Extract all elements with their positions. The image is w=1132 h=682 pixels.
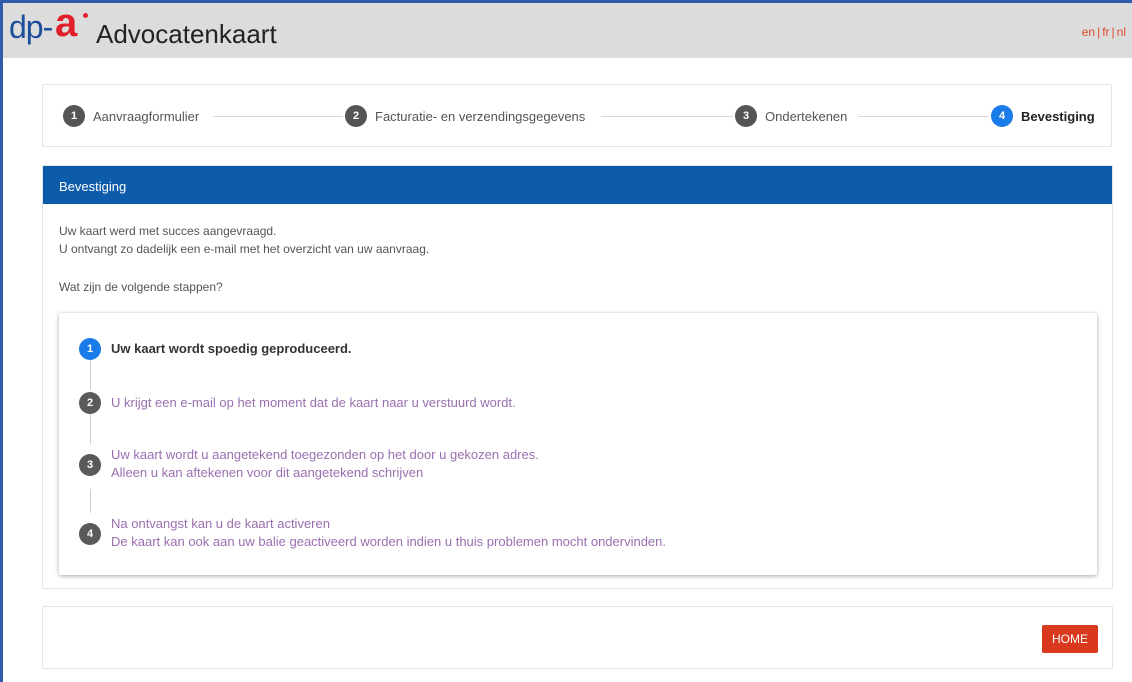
confirmation-panel: Bevestiging Uw kaart werd met succes aan… xyxy=(42,165,1113,589)
stepper-connector xyxy=(213,116,343,117)
language-separator: | xyxy=(1097,25,1101,39)
step-label: Facturatie- en verzendingsgegevens xyxy=(375,108,586,124)
next-step-line: De kaart kan ook aan uw balie geactiveer… xyxy=(111,534,667,549)
step-label: Ondertekenen xyxy=(765,108,848,124)
next-step-text: Uw kaart wordt u aangetekend toegezonden… xyxy=(111,446,539,482)
progress-stepper: 1 Aanvraagformulier 2 Facturatie- en ver… xyxy=(42,84,1112,147)
next-steps-question: Wat zijn de volgende stappen? xyxy=(59,280,223,294)
step-number-badge: 4 xyxy=(991,105,1013,127)
next-step-line: Alleen u kan aftekenen voor dit aangetek… xyxy=(111,465,424,480)
language-link-en[interactable]: en xyxy=(1082,25,1095,39)
next-steps-list: 1 Uw kaart wordt spoedig geproduceerd. 2… xyxy=(59,313,1097,575)
next-step-text: U krijgt een e-mail op het moment dat de… xyxy=(111,394,516,412)
language-link-fr[interactable]: fr xyxy=(1102,25,1109,39)
stepper-step-4: 4 Bevestiging xyxy=(991,105,1095,127)
next-step-line: U krijgt een e-mail op het moment dat de… xyxy=(111,395,516,410)
window-left-border xyxy=(0,0,3,682)
logo-a: a xyxy=(55,1,78,45)
step-label: Aanvraagformulier xyxy=(93,108,200,124)
next-step-connector xyxy=(90,360,91,390)
stepper-connector xyxy=(601,116,733,117)
stepper-step-3: 3 Ondertekenen xyxy=(735,105,847,127)
next-step-line: Uw kaart wordt spoedig geproduceerd. xyxy=(111,341,352,356)
next-step-number: 4 xyxy=(79,523,101,545)
next-step-number: 2 xyxy=(79,392,101,414)
stepper-step-2: 2 Facturatie- en verzendingsgegevens xyxy=(345,105,585,127)
next-step-number: 1 xyxy=(79,338,101,360)
logo-dp: dp- xyxy=(9,9,53,45)
next-step-connector xyxy=(90,489,91,513)
stepper-connector xyxy=(858,116,988,117)
success-message: Uw kaart werd met succes aangevraagd. xyxy=(59,224,277,238)
step-number-badge: 2 xyxy=(345,105,367,127)
panel-title: Bevestiging xyxy=(43,166,1112,204)
app-title: Advocatenkaart xyxy=(96,19,277,49)
app-header: dp- a Advocatenkaart en | fr | nl xyxy=(3,1,1132,58)
next-step-text: Uw kaart wordt spoedig geproduceerd. xyxy=(111,340,352,358)
next-step-number: 3 xyxy=(79,454,101,476)
next-step-connector xyxy=(90,414,91,444)
language-switcher: en | fr | nl xyxy=(1082,25,1126,39)
next-step-text: Na ontvangst kan u de kaart activeren De… xyxy=(111,515,666,551)
language-link-nl[interactable]: nl xyxy=(1117,25,1126,39)
next-step-line: Na ontvangst kan u de kaart activeren xyxy=(111,516,330,531)
email-notice: U ontvangt zo dadelijk een e-mail met he… xyxy=(59,242,430,256)
stepper-step-1: 1 Aanvraagformulier xyxy=(63,105,199,127)
home-button[interactable]: HOME xyxy=(1042,625,1098,653)
dpa-logo[interactable]: dp- a xyxy=(9,1,89,51)
step-label: Bevestiging xyxy=(1021,108,1095,124)
step-number-badge: 1 xyxy=(63,105,85,127)
step-number-badge: 3 xyxy=(735,105,757,127)
next-step-line: Uw kaart wordt u aangetekend toegezonden… xyxy=(111,447,539,462)
logo-dot xyxy=(83,13,88,18)
footer-actions: HOME xyxy=(42,606,1113,669)
language-separator: | xyxy=(1111,25,1115,39)
